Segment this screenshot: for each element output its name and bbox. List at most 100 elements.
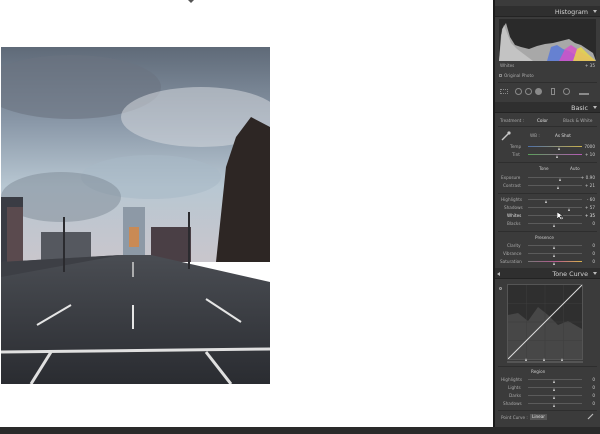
tone-curve-title: Tone Curve (552, 270, 588, 278)
saturation-slider-thumb[interactable] (553, 262, 556, 265)
red-eye-icon[interactable] (535, 88, 542, 95)
clarity-value[interactable]: 0 (592, 243, 595, 248)
exposure-label: Exposure (501, 175, 521, 180)
tc-lights-label: Lights (508, 385, 521, 390)
split-point-3[interactable] (561, 358, 563, 361)
develop-right-panel: Histogram Whites + 35 Original Photo Bas… (495, 0, 600, 427)
histogram-info-value: + 35 (584, 63, 595, 68)
contrast-value[interactable]: + 21 (585, 183, 595, 188)
exposure-slider-thumb[interactable] (558, 178, 561, 181)
original-photo-checkbox[interactable] (499, 74, 502, 77)
basic-title: Basic (571, 104, 588, 112)
clarity-label: Clarity (507, 243, 521, 248)
exposure-value[interactable]: + 0.90 (581, 175, 595, 180)
vibrance-value[interactable]: 0 (592, 251, 595, 256)
presence-separator (498, 231, 597, 232)
region-label: Region (531, 369, 546, 374)
tc-lights-value[interactable]: 0 (592, 385, 595, 390)
histogram-graph[interactable] (499, 19, 596, 61)
point-curve-select[interactable]: Linear (530, 414, 548, 420)
blacks-label: Blacks (507, 221, 521, 226)
blacks-value[interactable]: 0 (592, 221, 595, 226)
wb-select[interactable]: As Shot (555, 133, 571, 138)
tint-label: Tint (512, 152, 520, 157)
tone-curve-plot (507, 284, 583, 360)
highlights-slider-thumb[interactable] (545, 200, 548, 203)
collapse-triangle-icon[interactable] (593, 106, 597, 109)
collapse-triangle-icon[interactable] (593, 272, 597, 275)
adjustment-brush-icon[interactable] (579, 88, 589, 95)
radial-filter-icon[interactable] (563, 88, 570, 95)
split-point-2[interactable] (543, 358, 545, 361)
tc-highlights-slider-thumb[interactable] (553, 380, 556, 383)
saturation-value[interactable]: 0 (592, 259, 595, 264)
presence-label: Presence (535, 235, 554, 240)
original-photo-label: Original Photo (504, 73, 534, 78)
histogram-shape (499, 23, 596, 61)
tc-highlights-label: Highlights (501, 377, 523, 382)
wb-eyedropper-icon[interactable] (501, 131, 511, 141)
shadows-label: Shadows (504, 205, 523, 210)
point-curve-separator (498, 410, 597, 411)
split-point-1[interactable] (525, 358, 527, 361)
tone-curve-graph[interactable] (507, 284, 583, 360)
tone-curve-header[interactable]: Tone Curve (495, 268, 600, 279)
shadows-value[interactable]: + 57 (585, 205, 595, 210)
region-separator (498, 366, 597, 367)
contrast-slider-track[interactable] (528, 185, 582, 186)
basic-separator (498, 126, 597, 127)
panel-expand-left-icon[interactable] (497, 272, 500, 276)
whites-value[interactable]: + 35 (585, 213, 595, 218)
whites-label: Whites (507, 213, 522, 218)
tone-curve-split-bar[interactable] (507, 361, 583, 363)
tint-value[interactable]: + 10 (585, 152, 595, 157)
image-viewer (0, 0, 493, 427)
tc-shadows-label: Shadows (503, 401, 522, 406)
vibrance-label: Vibrance (503, 251, 522, 256)
temp-slider-track[interactable] (528, 146, 582, 147)
targeted-adjustment-icon[interactable] (499, 287, 502, 290)
exposure-slider-track[interactable] (528, 177, 582, 178)
tc-shadows-value[interactable]: 0 (592, 401, 595, 406)
tint-slider-thumb[interactable] (555, 155, 558, 158)
tc-darks-slider-thumb[interactable] (553, 396, 556, 399)
saturation-label: Saturation (500, 259, 522, 264)
blacks-slider-thumb[interactable] (553, 224, 556, 227)
highlights-slider-track[interactable] (528, 199, 582, 200)
bottom-filmstrip-bar (0, 427, 600, 434)
treatment-bw-button[interactable]: Black & White (563, 118, 592, 123)
temp-slider-thumb[interactable] (557, 147, 560, 150)
tone-label: Tone (539, 166, 549, 171)
contrast-slider-thumb[interactable] (556, 186, 559, 189)
histogram-header[interactable]: Histogram (495, 6, 600, 17)
tone-auto-button[interactable]: Auto (570, 166, 580, 171)
whites-slider-track[interactable] (528, 215, 582, 216)
grid-overlay-icon[interactable] (500, 89, 508, 94)
vibrance-slider-thumb[interactable] (553, 254, 556, 257)
highlights-value[interactable]: - 60 (587, 197, 595, 202)
tc-highlights-value[interactable]: 0 (592, 377, 595, 382)
crop-tool-icon[interactable] (515, 88, 522, 95)
tc-lights-slider-thumb[interactable] (553, 388, 556, 391)
point-curve-edit-icon[interactable] (587, 413, 594, 420)
highlights-label: Highlights (501, 197, 523, 202)
basic-header[interactable]: Basic (495, 102, 600, 113)
tc-shadows-slider-thumb[interactable] (553, 404, 556, 407)
graduated-filter-icon[interactable] (551, 88, 555, 95)
tone-separator (498, 162, 597, 163)
shadows-slider-thumb[interactable] (567, 208, 570, 211)
city-street-photo (1, 47, 270, 384)
temp-label: Temp (510, 144, 522, 149)
spot-removal-icon[interactable] (525, 88, 532, 95)
toolstrip-separator (498, 82, 597, 83)
clarity-slider-thumb[interactable] (553, 246, 556, 249)
lightroom-develop-window: Histogram Whites + 35 Original Photo Bas… (0, 0, 600, 434)
collapse-triangle-icon[interactable] (593, 10, 597, 13)
point-curve-label: Point Curve : (501, 415, 528, 420)
top-panel-toggle-icon[interactable] (188, 0, 194, 3)
treatment-color-button[interactable]: Color (537, 118, 548, 123)
tc-darks-value[interactable]: 0 (592, 393, 595, 398)
shadows-slider-track[interactable] (528, 207, 582, 208)
temp-value[interactable]: 7000 (584, 144, 595, 149)
photo-preview[interactable] (1, 47, 270, 384)
